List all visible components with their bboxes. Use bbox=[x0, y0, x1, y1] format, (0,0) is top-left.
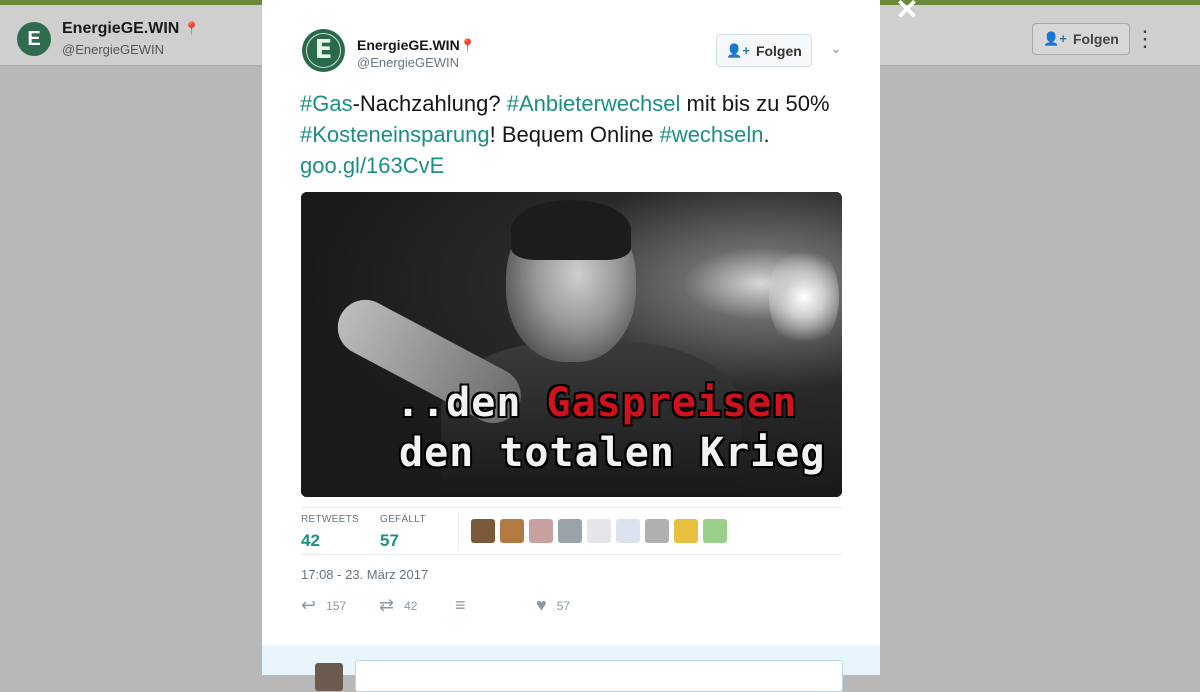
reply-area bbox=[262, 645, 880, 692]
background-follow-label: Folgen bbox=[1072, 31, 1119, 47]
photo-caption-red: Gaspreisen bbox=[546, 380, 798, 426]
tweet-timestamp[interactable]: 17:08 - 23. März 2017 bbox=[301, 567, 428, 582]
author-handle[interactable]: @EnergieGEWIN bbox=[357, 55, 459, 70]
tweet-actions: ↩ 157 ⇄ 42 ≡ ♥ 57 bbox=[301, 595, 842, 619]
photo-figure-hair bbox=[511, 200, 631, 260]
tweet-text-fragment: mit bis zu 50% bbox=[680, 91, 830, 116]
background-profile-name[interactable]: EnergieGE.WIN 📍 bbox=[62, 20, 200, 38]
url-link[interactable]: goo.gl/163CvE bbox=[300, 153, 444, 178]
liker-avatar[interactable] bbox=[500, 519, 524, 543]
tweet-modal: E EnergieGE.WIN📍 @EnergieGEWIN 👤+ Folgen… bbox=[262, 0, 880, 692]
retweet-action[interactable]: ⇄ 42 bbox=[379, 595, 417, 616]
stack-action[interactable]: ≡ bbox=[455, 595, 466, 616]
close-icon[interactable]: ✕ bbox=[893, 0, 921, 24]
add-user-icon: 👤+ bbox=[726, 42, 750, 58]
tweet-text-fragment: . bbox=[763, 122, 770, 147]
likes-stat[interactable]: GEFÄLLT 57 bbox=[380, 514, 426, 551]
retweets-label: RETWEETS bbox=[301, 514, 359, 525]
like-count: 57 bbox=[556, 598, 571, 613]
hashtag-link[interactable]: #wechseln bbox=[660, 122, 764, 147]
chevron-down-icon[interactable]: ⌄ bbox=[828, 40, 844, 56]
reply-avatar bbox=[315, 663, 343, 691]
background-profile-name-text: EnergieGE.WIN bbox=[62, 20, 180, 37]
more-vertical-icon[interactable]: ⋮ bbox=[1134, 25, 1156, 53]
photo-caption-prefix: ..den bbox=[396, 380, 547, 426]
tweet-photo[interactable]: ..den Gaspreisen den totalen Krieg bbox=[301, 192, 842, 497]
background-follow-button[interactable]: 👤+ Folgen bbox=[1032, 23, 1130, 55]
tweet-text: #Gas-Nachzahlung? #Anbieterwechsel mit b… bbox=[300, 88, 840, 181]
heart-icon: ♥ bbox=[536, 595, 547, 615]
liker-avatar[interactable] bbox=[674, 519, 698, 543]
tweet-text-fragment: ! Bequem Online bbox=[489, 122, 660, 147]
follow-label: Folgen bbox=[755, 42, 802, 59]
tweet-text-fragment: -Nachzahlung? bbox=[352, 91, 507, 116]
photo-light-spot bbox=[769, 242, 839, 352]
liker-avatar[interactable] bbox=[587, 519, 611, 543]
pin-icon: 📍 bbox=[183, 21, 200, 36]
engagement-stats: RETWEETS 42 GEFÄLLT 57 bbox=[301, 507, 842, 555]
reply-input[interactable] bbox=[355, 660, 843, 692]
reply-count: 157 bbox=[326, 598, 347, 613]
hashtag-link[interactable]: #Kosteneinsparung bbox=[300, 122, 490, 147]
pin-icon: 📍 bbox=[459, 38, 476, 53]
avatar-letter: E bbox=[314, 35, 333, 65]
author-name[interactable]: EnergieGE.WIN📍 bbox=[357, 37, 476, 54]
like-action[interactable]: ♥ 57 bbox=[536, 595, 570, 616]
stack-icon: ≡ bbox=[455, 595, 466, 615]
stats-divider bbox=[458, 512, 459, 550]
background-avatar[interactable]: E bbox=[17, 22, 51, 56]
liker-avatar[interactable] bbox=[471, 519, 495, 543]
background-profile-handle: @EnergieGEWIN bbox=[62, 42, 165, 57]
hashtag-link[interactable]: #Gas bbox=[300, 91, 353, 116]
retweets-stat[interactable]: RETWEETS 42 bbox=[301, 514, 359, 551]
likes-value: 57 bbox=[380, 531, 399, 550]
follow-button[interactable]: 👤+ Folgen bbox=[716, 34, 812, 67]
author-name-text: EnergieGE.WIN bbox=[357, 37, 460, 53]
author-avatar[interactable]: E bbox=[302, 29, 345, 72]
retweet-icon: ⇄ bbox=[379, 595, 395, 615]
liker-avatar[interactable] bbox=[558, 519, 582, 543]
liker-avatar[interactable] bbox=[645, 519, 669, 543]
reply-icon: ↩ bbox=[301, 595, 317, 615]
add-user-icon: 👤+ bbox=[1043, 31, 1067, 46]
hashtag-link[interactable]: #Anbieterwechsel bbox=[507, 91, 681, 116]
liker-avatars bbox=[471, 519, 727, 543]
liker-avatar[interactable] bbox=[703, 519, 727, 543]
liker-avatar[interactable] bbox=[616, 519, 640, 543]
liker-avatar[interactable] bbox=[529, 519, 553, 543]
likes-label: GEFÄLLT bbox=[380, 514, 426, 525]
retweets-value: 42 bbox=[301, 531, 320, 550]
retweet-count: 42 bbox=[404, 598, 418, 613]
reply-action[interactable]: ↩ 157 bbox=[301, 595, 346, 616]
photo-caption-line1: ..den Gaspreisen bbox=[396, 380, 797, 426]
photo-caption-line2: den totalen Krieg bbox=[399, 430, 826, 476]
